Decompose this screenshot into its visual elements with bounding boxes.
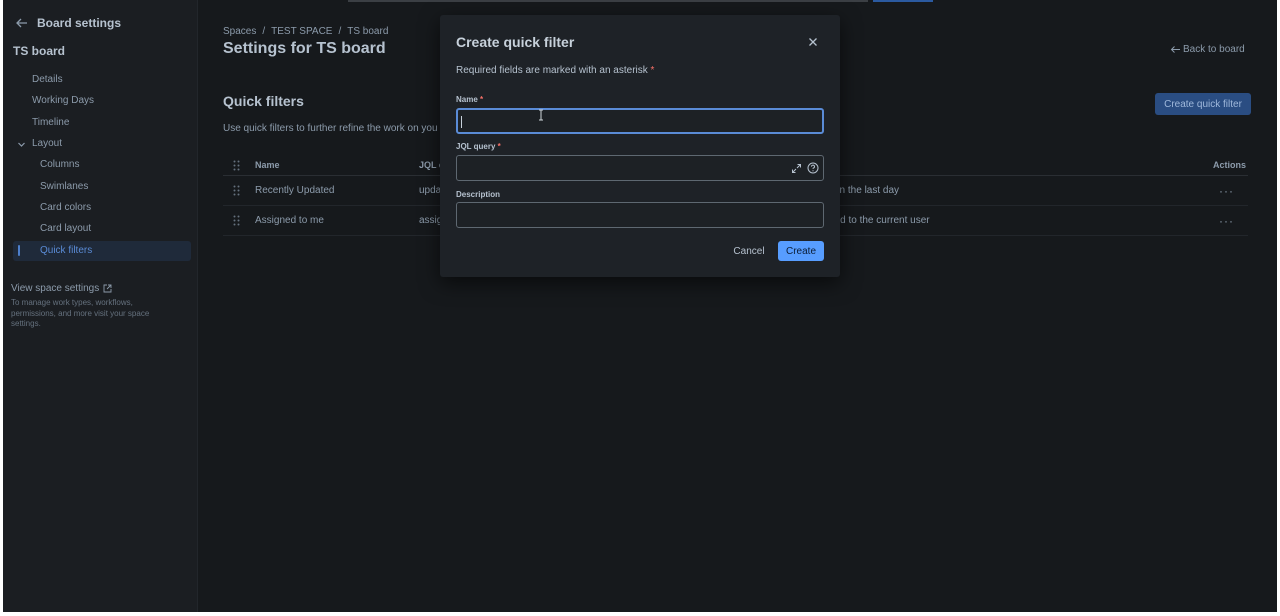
required-fields-note: Required fields are marked with an aster… bbox=[456, 65, 654, 76]
cancel-button[interactable]: Cancel bbox=[730, 241, 768, 261]
drag-handle-icon bbox=[233, 160, 240, 171]
chevron-down-icon[interactable] bbox=[17, 140, 26, 149]
quick-filters-description: Use quick filters to further refine the … bbox=[223, 123, 438, 134]
breadcrumb-separator: / bbox=[338, 26, 342, 37]
sidebar-item-layout[interactable]: Layout bbox=[32, 138, 62, 149]
required-note-text: Required fields are marked with an aster… bbox=[456, 65, 648, 76]
row-name: Recently Updated bbox=[255, 185, 335, 196]
text-cursor-icon bbox=[539, 109, 543, 121]
breadcrumb-ts-board[interactable]: TS board bbox=[347, 26, 388, 37]
jql-query-input[interactable] bbox=[456, 155, 824, 181]
sidebar-item-timeline[interactable]: Timeline bbox=[32, 117, 69, 128]
view-space-settings-label: View space settings bbox=[11, 283, 100, 294]
required-asterisk: * bbox=[480, 95, 484, 104]
more-actions-icon[interactable]: ··· bbox=[1219, 184, 1234, 198]
required-asterisk: * bbox=[497, 142, 501, 151]
breadcrumb-spaces[interactable]: Spaces bbox=[223, 26, 256, 37]
name-label-text: Name bbox=[456, 95, 478, 104]
row-name: Assigned to me bbox=[255, 215, 324, 226]
row-description: ned to the current user bbox=[829, 215, 930, 226]
required-asterisk: * bbox=[650, 65, 655, 76]
sidebar: Board settings TS board Details Working … bbox=[3, 0, 198, 612]
row-jql: assig bbox=[419, 215, 443, 226]
sidebar-item-card-layout[interactable]: Card layout bbox=[40, 223, 91, 234]
sidebar-item-working-days[interactable]: Working Days bbox=[32, 95, 94, 106]
sidebar-board-name: TS board bbox=[13, 44, 66, 58]
description-field-label: Description bbox=[456, 190, 501, 199]
drag-handle-icon[interactable] bbox=[233, 185, 240, 196]
breadcrumb: Spaces / TEST SPACE / TS board bbox=[223, 26, 388, 37]
description-input[interactable] bbox=[456, 202, 824, 228]
sidebar-item-columns[interactable]: Columns bbox=[40, 159, 79, 170]
external-link-icon bbox=[103, 284, 112, 293]
create-quick-filter-button[interactable]: Create quick filter bbox=[1155, 93, 1251, 115]
page-title: Settings for TS board bbox=[223, 40, 386, 57]
back-to-board-link[interactable]: Back to board bbox=[1170, 44, 1245, 55]
sidebar-active-indicator bbox=[18, 245, 20, 256]
create-quick-filter-dialog: Create quick filter Required fields are … bbox=[440, 15, 840, 277]
text-caret bbox=[461, 116, 462, 128]
drag-handle-icon[interactable] bbox=[233, 215, 240, 226]
top-search-bar[interactable] bbox=[348, 0, 868, 2]
column-header-name[interactable]: Name bbox=[255, 160, 280, 170]
sidebar-item-swimlanes[interactable]: Swimlanes bbox=[40, 181, 88, 192]
row-jql: upda bbox=[419, 185, 442, 196]
app-window: Board settings TS board Details Working … bbox=[3, 0, 1277, 612]
breadcrumb-separator: / bbox=[262, 26, 266, 37]
board-settings-label: Board settings bbox=[37, 16, 122, 30]
quick-filters-heading: Quick filters bbox=[223, 93, 304, 109]
view-space-settings-description: To manage work types, workflows, permiss… bbox=[11, 298, 150, 328]
breadcrumb-test-space[interactable]: TEST SPACE bbox=[271, 26, 332, 37]
board-settings-back-link[interactable]: Board settings bbox=[15, 16, 121, 30]
top-action-button[interactable] bbox=[873, 0, 933, 2]
more-actions-icon[interactable]: ··· bbox=[1219, 214, 1234, 228]
name-field-label: Name * bbox=[456, 95, 483, 104]
sidebar-item-quick-filters[interactable]: Quick filters bbox=[40, 245, 92, 256]
name-input[interactable] bbox=[456, 108, 824, 134]
jql-label-text: JQL query bbox=[456, 142, 496, 151]
sidebar-item-details[interactable]: Details bbox=[32, 74, 63, 85]
create-button[interactable]: Create bbox=[778, 241, 824, 261]
close-icon[interactable] bbox=[806, 35, 820, 49]
column-header-actions: Actions bbox=[1213, 160, 1247, 170]
sidebar-item-card-colors[interactable]: Card colors bbox=[40, 202, 91, 213]
help-icon[interactable] bbox=[807, 162, 819, 174]
arrow-left-icon bbox=[16, 18, 27, 28]
arrow-left-icon bbox=[1170, 46, 1180, 53]
jql-field-label: JQL query * bbox=[456, 142, 501, 151]
back-to-board-label: Back to board bbox=[1183, 44, 1245, 55]
view-space-settings-link[interactable]: View space settings bbox=[11, 283, 112, 294]
dialog-title: Create quick filter bbox=[456, 34, 575, 50]
expand-icon[interactable] bbox=[791, 163, 802, 174]
